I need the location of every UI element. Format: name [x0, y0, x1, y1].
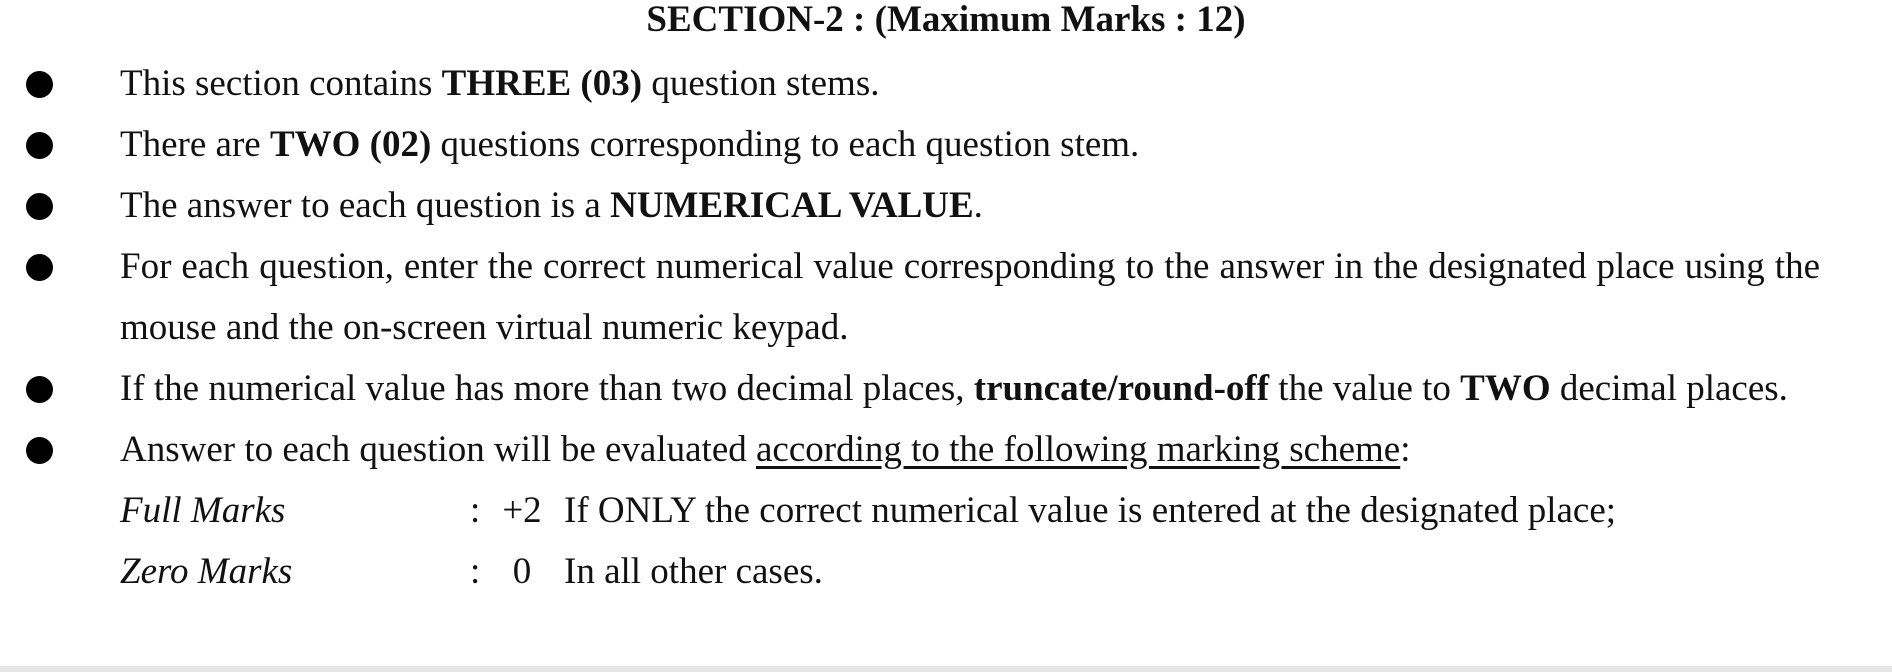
instruction-text: The answer to each question is a [120, 185, 611, 226]
instruction-text: the value to [1269, 368, 1461, 409]
page: SECTION-2 : (Maximum Marks : 12) This se… [0, 0, 1892, 672]
instruction-text: There are [120, 124, 270, 165]
instruction-item: Answer to each question will be evaluate… [0, 419, 1820, 480]
instruction-emphasis: TWO (02) [269, 124, 432, 165]
instruction-text: For each question, enter the correct num… [120, 246, 1820, 348]
instruction-text: : [1400, 429, 1411, 470]
marking-scheme-value: 0 [512, 551, 532, 592]
marking-scheme-colon: : [470, 490, 481, 531]
marking-scheme-description: If ONLY the correct numerical value is e… [564, 490, 1617, 531]
instruction-text: decimal places. [1550, 368, 1788, 409]
instruction-item: This section contains THREE (03) questio… [0, 53, 1820, 114]
section-title: SECTION-2 : (Maximum Marks : 12) [646, 0, 1246, 40]
instruction-item: For each question, enter the correct num… [0, 236, 1820, 358]
bullet-dot-icon [26, 71, 53, 98]
bullet-dot-icon [26, 132, 53, 159]
marking-scheme-label: Zero Marks [120, 551, 293, 592]
instruction-text: question stems. [642, 63, 880, 104]
instruction-text: questions corresponding to each question… [431, 124, 1140, 165]
instruction-emphasis: THREE (03) [441, 63, 643, 104]
marking-scheme: Full Marks : +2 If ONLY the correct nume… [0, 480, 1892, 602]
marking-scheme-label: Full Marks [120, 490, 286, 531]
bullet-dot-icon [26, 193, 53, 220]
marking-scheme-colon: : [470, 551, 481, 592]
bullet-dot-icon [26, 376, 53, 403]
instruction-text: . [973, 185, 983, 226]
marking-scheme-value: +2 [502, 490, 542, 531]
instruction-emphasis: truncate/round-off [973, 368, 1270, 409]
marking-scheme-description: In all other cases. [564, 551, 823, 592]
instruction-text: Answer to each question will be evaluate… [120, 429, 756, 470]
instruction-emphasis: NUMERICAL VALUE [610, 185, 974, 226]
marking-scheme-row: Full Marks : +2 If ONLY the correct nume… [120, 480, 1892, 541]
instruction-list: This section contains THREE (03) questio… [0, 53, 1892, 602]
bullet-dot-icon [26, 437, 53, 464]
instruction-emphasis: TWO [1460, 368, 1551, 409]
instruction-text: This section contains [120, 63, 442, 104]
instruction-item: If the numerical value has more than two… [0, 358, 1820, 419]
instruction-item: There are TWO (02) questions correspondi… [0, 114, 1820, 175]
bottom-divider [0, 666, 1892, 672]
instruction-item: The answer to each question is a NUMERIC… [0, 175, 1820, 236]
instruction-underlined: according to the following marking schem… [756, 429, 1401, 470]
marking-scheme-row: Zero Marks : 0 In all other cases. [120, 541, 1892, 602]
bullet-dot-icon [26, 254, 53, 281]
instruction-text: If the numerical value has more than two… [120, 368, 974, 409]
